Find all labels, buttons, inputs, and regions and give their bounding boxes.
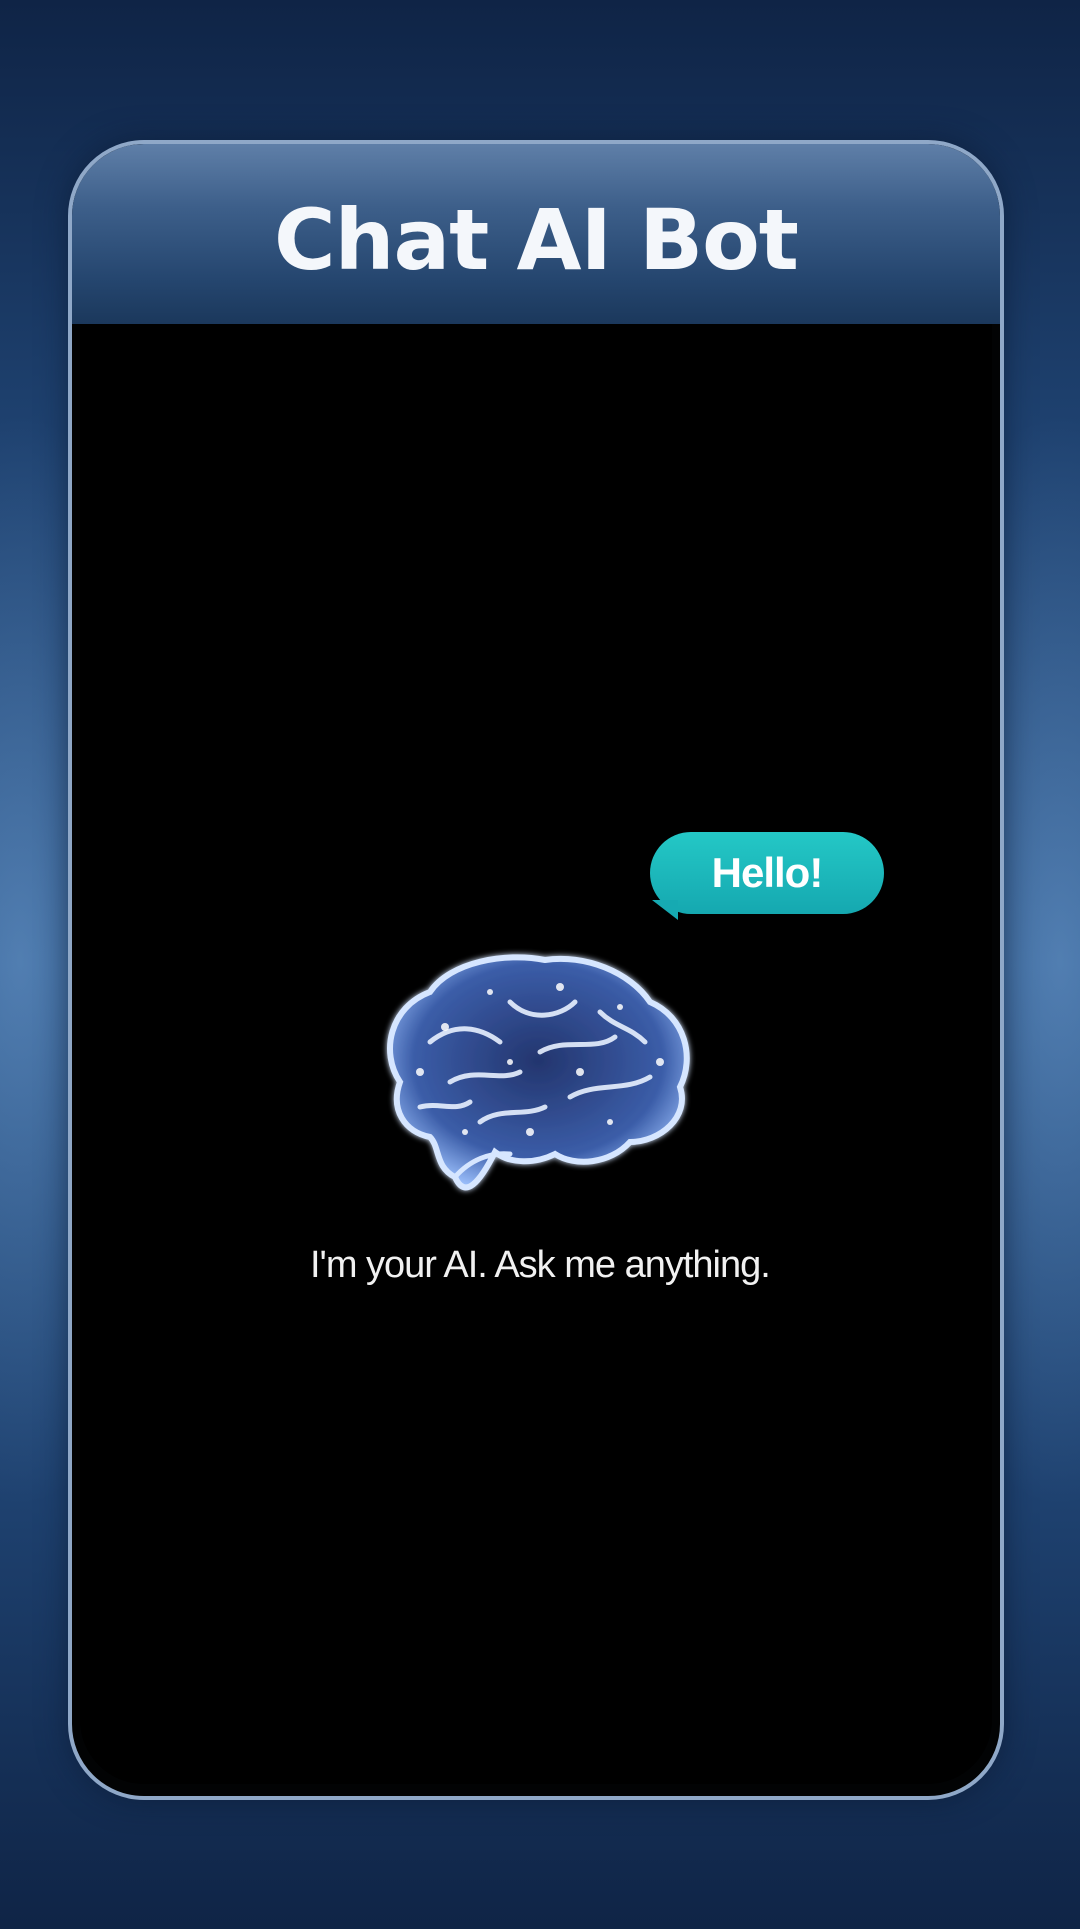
app-title: Chat AI Bot <box>274 191 799 289</box>
app-header: Chat AI Bot <box>72 144 1000 324</box>
brain-icon <box>387 954 690 1191</box>
phone-frame: Chat AI Bot Hello! I'm your AI. Ask me a… <box>68 140 1004 1800</box>
chat-screen: Hello! I'm your AI. Ask me anything. <box>80 324 992 1784</box>
greeting-text: Hello! <box>711 849 824 896</box>
ai-tagline: I'm your AI. Ask me anything. <box>310 1244 771 1286</box>
greeting-bubble: Hello! <box>650 832 884 920</box>
